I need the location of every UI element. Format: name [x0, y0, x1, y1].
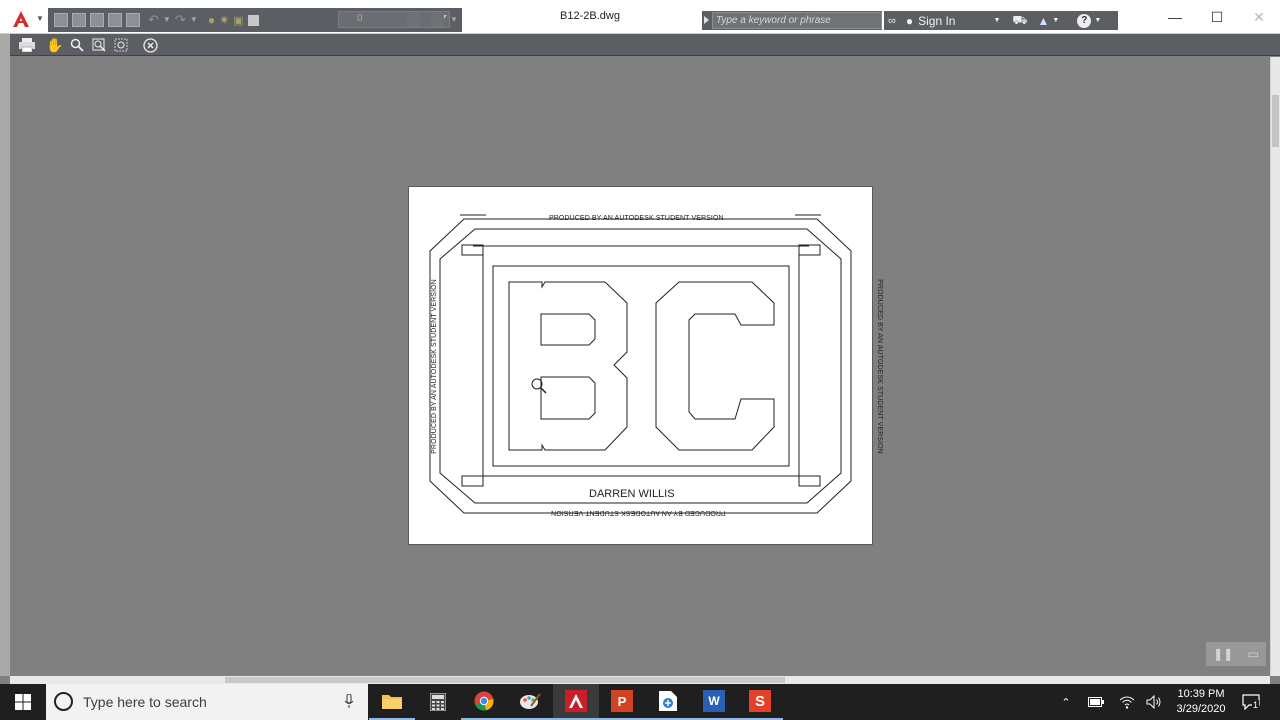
taskbar-calculator[interactable] [415, 684, 461, 720]
chrome-icon [474, 691, 494, 711]
taskbar-chrome[interactable] [461, 684, 507, 720]
taskbar-search-placeholder: Type here to search [83, 694, 207, 710]
close-preview-icon[interactable] [141, 37, 159, 53]
new-file-icon[interactable] [54, 13, 68, 27]
drive-icon [659, 691, 677, 711]
zoom-original-icon[interactable] [112, 37, 130, 53]
layer-value: 0 [357, 13, 363, 24]
help-icon[interactable]: ? [1077, 13, 1092, 28]
calculator-icon [430, 693, 446, 711]
student-stamp-right: PRODUCED BY AN AUTODESK STUDENT VERSION [875, 279, 883, 454]
recording-overlay: ❚❚ ▭ [1206, 642, 1266, 666]
scroll-thumb[interactable] [1272, 95, 1279, 147]
minimize-button[interactable]: — [1154, 0, 1196, 34]
volume-icon [1146, 695, 1161, 709]
taskbar-paint[interactable] [507, 684, 553, 720]
tray-wifi[interactable] [1117, 684, 1137, 720]
undo-icon[interactable]: ↶ [148, 12, 159, 28]
microphone-icon[interactable] [344, 693, 354, 712]
start-button[interactable] [0, 684, 46, 720]
autocad-icon [565, 690, 587, 712]
a360-icon[interactable]: ▲ [1038, 14, 1050, 28]
binoculars-icon[interactable]: ∞ [888, 15, 896, 27]
taskbar-clock[interactable]: 10:39 PM 3/29/2020 [1172, 687, 1230, 717]
screen-icon[interactable]: ▭ [1248, 647, 1259, 661]
quick-access-strip: ↶ ▼ ↷ ▼ ● ✷ ▣ 0 ▼ [48, 8, 462, 32]
student-stamp-left: PRODUCED BY AN AUTODESK STUDENT VERSION [430, 279, 438, 454]
sun-icon[interactable]: ✷ [219, 13, 229, 27]
taskbar-word[interactable]: W [691, 684, 737, 720]
taskbar: Type here to search P W S ⌃ 10:39 PM 3/2… [0, 684, 1280, 720]
taskbar-powerpoint[interactable]: P [599, 684, 645, 720]
wifi-icon [1119, 696, 1135, 709]
chevron-down-icon[interactable]: ▼ [1052, 17, 1059, 24]
tray-battery[interactable] [1086, 684, 1106, 720]
horizontal-scrollbar[interactable] [10, 676, 1270, 684]
windows-logo-icon [15, 694, 31, 710]
lightbulb-icon[interactable]: ● [208, 13, 215, 27]
tray-volume[interactable] [1144, 684, 1164, 720]
clock-time: 10:39 PM [1177, 688, 1225, 700]
word-icon: W [703, 690, 725, 712]
cart-icon[interactable]: ⛟ [1012, 13, 1027, 29]
folder-icon [382, 695, 402, 709]
close-button[interactable]: ✕ [1238, 0, 1280, 34]
clock-date: 3/29/2020 [1176, 703, 1226, 715]
action-center-button[interactable]: 1 [1238, 684, 1264, 720]
redo-dropdown-icon[interactable]: ▼ [190, 16, 198, 24]
sign-in-button[interactable]: ● Sign In ▼ [906, 14, 1001, 28]
save-icon[interactable] [90, 13, 104, 27]
chevron-down-icon[interactable]: ▼ [1094, 17, 1101, 24]
layer-color-swatch[interactable] [247, 14, 259, 26]
window-controls: — ☐ ✕ [1154, 0, 1280, 34]
screencast-icon: S [749, 690, 771, 712]
maximize-button[interactable]: ☐ [1196, 0, 1238, 34]
student-stamp-top: PRODUCED BY AN AUTODESK STUDENT VERSION [549, 215, 724, 222]
autocad-logo-icon[interactable] [11, 9, 31, 32]
powerpoint-icon: P [611, 690, 633, 712]
taskbar-search-box[interactable]: Type here to search [46, 684, 368, 720]
open-file-icon[interactable] [72, 13, 86, 27]
taskbar-file-explorer[interactable] [369, 684, 415, 720]
search-expand-icon[interactable] [704, 16, 709, 24]
print-icon[interactable] [18, 37, 36, 53]
zoom-window-icon[interactable] [90, 37, 108, 53]
layer-state-icon[interactable] [406, 13, 420, 27]
redo-icon[interactable]: ↷ [175, 12, 186, 28]
preview-toolbar: ✋ [0, 34, 1280, 56]
cortana-icon [54, 692, 73, 711]
app-menu-arrow-icon[interactable]: ▼ [36, 14, 44, 23]
taskbar-drive[interactable] [645, 684, 691, 720]
notification-count: 1 [1252, 700, 1260, 710]
plot-icon[interactable] [126, 13, 140, 27]
pan-hand-icon[interactable]: ✋ [46, 37, 64, 53]
user-icon: ● [905, 13, 914, 28]
paint-icon [520, 693, 541, 709]
taskbar-screencast[interactable]: S [737, 684, 783, 720]
customize-qat-icon[interactable]: ▼ [450, 16, 458, 24]
match-layer-icon[interactable] [430, 13, 444, 27]
show-hidden-icons-button[interactable]: ⌃ [1056, 684, 1076, 720]
left-edge-strip [0, 34, 10, 676]
infocenter-bar: ∞ ● Sign In ▼ ⛟ ▲ ▼ ? ▼ [884, 11, 1118, 30]
chevron-up-icon: ⌃ [1061, 696, 1071, 709]
chevron-down-icon: ▼ [993, 17, 1001, 24]
student-stamp-bottom: PRODUCED BY AN AUTODESK STUDENT VERSION [551, 509, 726, 516]
drafter-name: DARREN WILLIS [589, 488, 675, 500]
search-input[interactable] [712, 12, 882, 29]
lock-icon[interactable]: ▣ [233, 14, 243, 27]
battery-icon [1088, 697, 1104, 707]
search-box [702, 11, 882, 30]
undo-dropdown-icon[interactable]: ▼ [163, 16, 171, 24]
paper-sheet: PRODUCED BY AN AUTODESK STUDENT VERSION … [408, 186, 883, 545]
save-as-icon[interactable] [108, 13, 122, 27]
taskbar-autocad[interactable] [553, 684, 599, 720]
zoom-icon[interactable] [68, 37, 86, 53]
vertical-scrollbar[interactable] [1270, 57, 1280, 676]
sign-in-label: Sign In [918, 13, 956, 28]
pause-icon[interactable]: ❚❚ [1213, 647, 1233, 661]
title-bar: ▼ ↶ ▼ ↷ ▼ ● ✷ ▣ 0 ▼ B12-2B.dwg ∞ ● Sign … [0, 0, 1280, 34]
document-title: B12-2B.dwg [560, 10, 620, 22]
hscroll-thumb[interactable] [225, 677, 785, 683]
